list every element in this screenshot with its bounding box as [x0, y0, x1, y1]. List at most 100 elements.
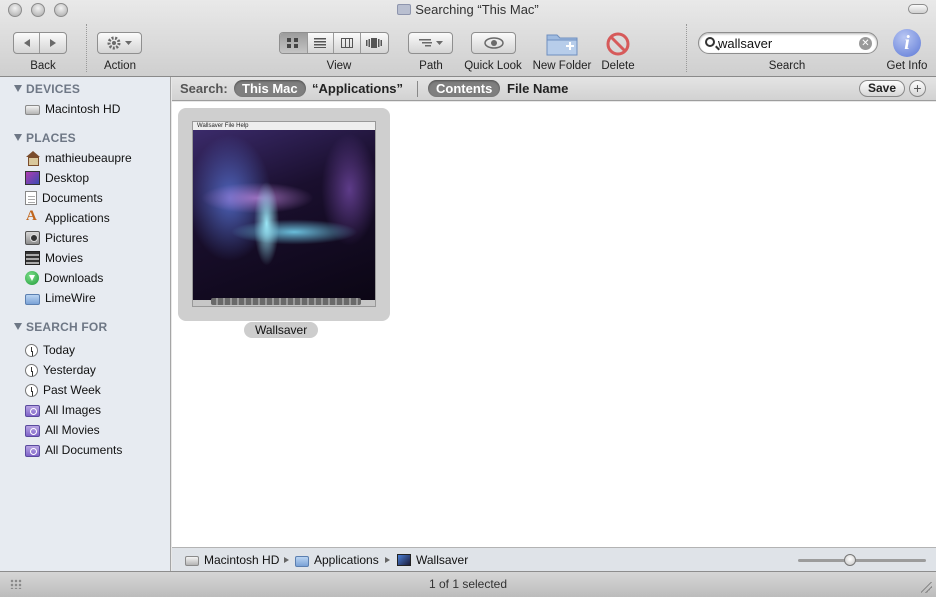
search-icon	[705, 37, 715, 47]
sidebar-item-documents[interactable]: Documents	[25, 189, 103, 207]
scope-file-name-button[interactable]: File Name	[499, 80, 576, 97]
getinfo-label: Get Info	[886, 60, 928, 72]
documents-icon	[25, 191, 37, 205]
icon-size-slider[interactable]	[798, 559, 926, 562]
sidebar-item-pictures[interactable]: Pictures	[25, 229, 88, 247]
sidebar-item-desktop[interactable]: Desktop	[25, 169, 89, 187]
desktop-icon	[25, 171, 40, 185]
scope-applications-button[interactable]: “Applications”	[304, 80, 411, 97]
eye-icon	[483, 37, 504, 49]
view-label: View	[326, 60, 352, 72]
quicklook-label: Quick Look	[464, 60, 522, 72]
save-search-button[interactable]: Save	[859, 80, 905, 97]
toolbar-toggle-button[interactable]	[908, 4, 928, 14]
sidebar-heading-search-for[interactable]: SEARCH FOR	[14, 320, 107, 334]
action-label: Action	[104, 60, 136, 72]
toolbar-separator	[86, 24, 87, 72]
sidebar-item-all-documents[interactable]: All Documents	[25, 441, 122, 459]
path-crumb-applications[interactable]: Applications	[295, 553, 379, 567]
list-view-button[interactable]	[308, 33, 335, 53]
path-icon	[418, 39, 443, 47]
wallsaver-app-icon	[397, 554, 411, 566]
path-button[interactable]	[408, 32, 453, 54]
sidebar-item-home[interactable]: mathieubeaupre	[25, 149, 132, 167]
new-folder-button[interactable]	[545, 29, 579, 57]
sidebar-item-today[interactable]: Today	[25, 341, 75, 359]
scope-separator	[417, 81, 418, 97]
result-item-selection[interactable]: Wallsaver File Help	[178, 108, 390, 321]
scope-label: Search:	[180, 81, 228, 96]
icon-size-slider-knob[interactable]	[844, 554, 857, 566]
status-bar: 1 of 1 selected	[0, 571, 936, 597]
movies-icon	[25, 251, 40, 265]
coverflow-view-button[interactable]	[361, 33, 388, 53]
new-folder-label: New Folder	[532, 60, 592, 72]
sidebar-heading-places[interactable]: PLACES	[14, 131, 76, 145]
path-label: Path	[419, 60, 443, 72]
toolbar: Searching “This Mac” Back Action View Pa…	[0, 0, 936, 77]
wallsaver-artwork	[193, 130, 375, 300]
thumbnail-menubar: Wallsaver File Help	[193, 122, 375, 130]
window-title: Searching “This Mac”	[0, 2, 936, 17]
scope-this-mac-button[interactable]: This Mac	[234, 80, 306, 97]
info-icon[interactable]: i	[893, 29, 921, 57]
sidebar: DEVICES Macintosh HD PLACES mathieubeaup…	[0, 77, 171, 571]
path-arrow-icon	[385, 557, 390, 563]
folder-icon	[25, 293, 40, 305]
hard-drive-icon	[185, 556, 199, 566]
back-label: Back	[30, 60, 56, 72]
sidebar-item-applications[interactable]: Applications	[25, 208, 110, 227]
quicklook-button[interactable]	[471, 32, 516, 54]
sidebar-item-movies[interactable]: Movies	[25, 249, 83, 267]
sidebar-item-all-images[interactable]: All Images	[25, 401, 101, 419]
path-arrow-icon	[284, 557, 289, 563]
hard-drive-icon	[25, 105, 40, 115]
triangle-right-icon	[50, 39, 56, 47]
forward-button[interactable]	[40, 33, 66, 53]
icon-view-button[interactable]	[280, 33, 308, 53]
sidebar-item-downloads[interactable]: Downloads	[25, 269, 103, 287]
result-item-label[interactable]: Wallsaver	[244, 322, 319, 338]
sidebar-item-macintosh-hd[interactable]: Macintosh HD	[25, 100, 120, 118]
disclosure-triangle-icon	[14, 323, 22, 330]
column-view-button[interactable]	[334, 33, 361, 53]
folder-icon	[295, 555, 309, 567]
smart-folder-icon	[25, 444, 40, 457]
search-field[interactable]: ✕	[698, 32, 878, 54]
delete-label: Delete	[601, 60, 635, 72]
results-area: Wallsaver File Help Wallsaver	[172, 102, 936, 547]
resize-grip-icon[interactable]	[921, 582, 932, 593]
sidebar-heading-devices[interactable]: DEVICES	[14, 82, 80, 96]
search-scope-bar: Search: This Mac “Applications” Contents…	[172, 77, 936, 101]
search-input[interactable]	[718, 35, 853, 51]
scope-contents-button[interactable]: Contents	[428, 80, 501, 97]
status-text: 1 of 1 selected	[428, 577, 508, 591]
smart-folder-icon	[397, 4, 412, 15]
dock-icon	[211, 298, 361, 305]
smart-folder-icon	[25, 424, 40, 437]
coverflow-view-icon	[366, 38, 383, 48]
path-crumb-macintosh-hd[interactable]: Macintosh HD	[185, 553, 279, 567]
new-folder-icon	[546, 34, 578, 56]
sidebar-item-limewire[interactable]: LimeWire	[25, 289, 96, 307]
back-button[interactable]	[14, 33, 41, 53]
downloads-icon	[25, 271, 39, 285]
action-button[interactable]	[97, 32, 142, 54]
delete-icon	[606, 32, 630, 56]
disclosure-triangle-icon	[14, 134, 22, 141]
icon-view-icon	[287, 38, 299, 48]
delete-button[interactable]	[606, 32, 630, 56]
sidebar-item-all-movies[interactable]: All Movies	[25, 421, 100, 439]
window-title-text: Searching “This Mac”	[415, 2, 539, 17]
list-view-icon	[314, 38, 327, 48]
triangle-left-icon	[23, 39, 30, 47]
pictures-icon	[25, 231, 40, 245]
path-crumb-wallsaver[interactable]: Wallsaver	[397, 553, 468, 567]
sidebar-item-past-week[interactable]: Past Week	[25, 381, 101, 399]
sidebar-item-yesterday[interactable]: Yesterday	[25, 361, 96, 379]
wallsaver-thumbnail[interactable]: Wallsaver File Help	[192, 121, 376, 307]
column-view-icon	[340, 38, 353, 48]
view-control	[279, 32, 389, 54]
add-criteria-button[interactable]: +	[909, 80, 926, 97]
clear-search-icon[interactable]: ✕	[859, 37, 872, 50]
